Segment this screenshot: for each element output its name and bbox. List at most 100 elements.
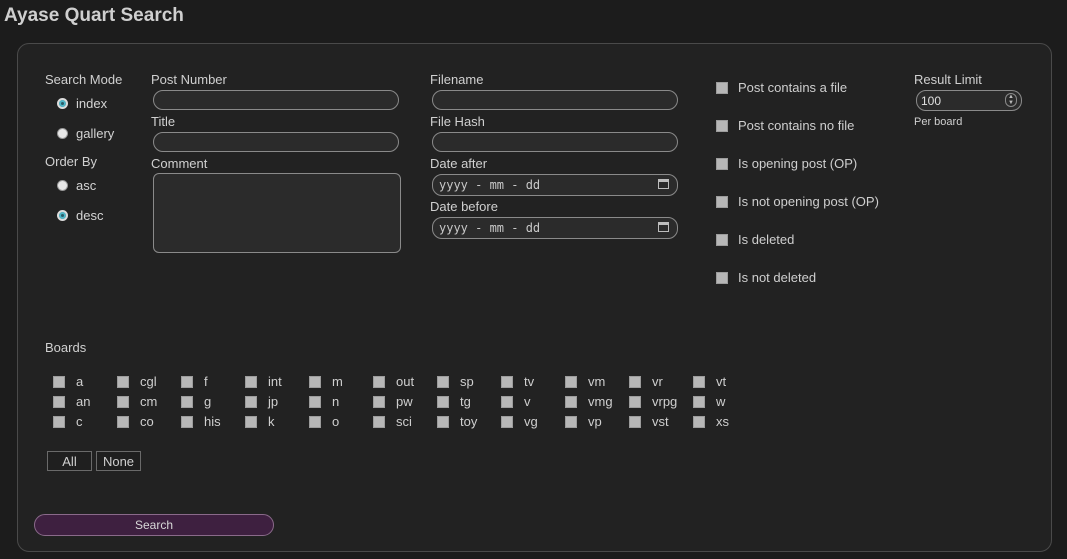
comment-textarea[interactable] — [153, 173, 401, 253]
board-checkbox-vp[interactable]: vp — [565, 414, 602, 429]
board-checkbox-sp[interactable]: sp — [437, 374, 474, 389]
board-checkbox-o[interactable]: o — [309, 414, 339, 429]
checkbox-icon[interactable] — [245, 395, 257, 408]
checkbox-icon[interactable] — [693, 415, 705, 428]
radio-selected-icon[interactable] — [57, 98, 68, 109]
checkbox-icon[interactable] — [373, 395, 385, 408]
filter-is-deleted[interactable]: Is deleted — [716, 232, 794, 247]
checkbox-icon[interactable] — [437, 395, 449, 408]
board-checkbox-tg[interactable]: tg — [437, 394, 471, 409]
checkbox-icon[interactable] — [181, 395, 193, 408]
checkbox-icon[interactable] — [501, 395, 513, 408]
board-checkbox-vr[interactable]: vr — [629, 374, 663, 389]
board-checkbox-tv[interactable]: tv — [501, 374, 534, 389]
board-checkbox-g[interactable]: g — [181, 394, 211, 409]
checkbox-icon[interactable] — [716, 271, 728, 284]
checkbox-icon[interactable] — [245, 375, 257, 388]
checkbox-icon[interactable] — [373, 375, 385, 388]
board-checkbox-cgl[interactable]: cgl — [117, 374, 157, 389]
result-limit-input[interactable]: 100 ▲ ▼ — [916, 90, 1022, 111]
checkbox-icon[interactable] — [309, 395, 321, 408]
board-checkbox-vm[interactable]: vm — [565, 374, 605, 389]
board-checkbox-vmg[interactable]: vmg — [565, 394, 613, 409]
checkbox-icon[interactable] — [117, 395, 129, 408]
board-checkbox-k[interactable]: k — [245, 414, 275, 429]
checkbox-icon[interactable] — [629, 375, 641, 388]
calendar-icon[interactable] — [658, 222, 669, 232]
title-input[interactable] — [153, 132, 399, 152]
board-checkbox-out[interactable]: out — [373, 374, 414, 389]
board-checkbox-int[interactable]: int — [245, 374, 282, 389]
checkbox-icon[interactable] — [716, 157, 728, 170]
filter-not-deleted[interactable]: Is not deleted — [716, 270, 816, 285]
file-hash-input[interactable] — [432, 132, 678, 152]
checkbox-icon[interactable] — [693, 395, 705, 408]
post-number-input[interactable] — [153, 90, 399, 110]
checkbox-icon[interactable] — [437, 375, 449, 388]
order-by-desc-radio[interactable]: desc — [57, 208, 103, 223]
board-checkbox-vst[interactable]: vst — [629, 414, 669, 429]
filter-has-file[interactable]: Post contains a file — [716, 80, 847, 95]
checkbox-icon[interactable] — [565, 415, 577, 428]
filter-is-op[interactable]: Is opening post (OP) — [716, 156, 857, 171]
board-checkbox-m[interactable]: m — [309, 374, 343, 389]
spinner-arrows-icon[interactable]: ▲ ▼ — [1005, 93, 1017, 107]
radio-selected-icon[interactable] — [57, 210, 68, 221]
checkbox-icon[interactable] — [245, 415, 257, 428]
checkbox-icon[interactable] — [501, 415, 513, 428]
board-checkbox-a[interactable]: a — [53, 374, 83, 389]
board-checkbox-w[interactable]: w — [693, 394, 725, 409]
calendar-icon[interactable] — [658, 179, 669, 189]
checkbox-icon[interactable] — [437, 415, 449, 428]
board-checkbox-an[interactable]: an — [53, 394, 90, 409]
checkbox-icon[interactable] — [716, 195, 728, 208]
select-all-boards-button[interactable]: All — [47, 451, 92, 471]
board-checkbox-cm[interactable]: cm — [117, 394, 157, 409]
radio-unselected-icon[interactable] — [57, 128, 68, 139]
radio-unselected-icon[interactable] — [57, 180, 68, 191]
board-checkbox-jp[interactable]: jp — [245, 394, 278, 409]
board-checkbox-his[interactable]: his — [181, 414, 221, 429]
board-checkbox-co[interactable]: co — [117, 414, 154, 429]
board-checkbox-toy[interactable]: toy — [437, 414, 477, 429]
checkbox-icon[interactable] — [53, 415, 65, 428]
date-after-input[interactable]: yyyy - mm - dd — [432, 174, 678, 196]
checkbox-icon[interactable] — [629, 395, 641, 408]
search-mode-gallery-radio[interactable]: gallery — [57, 126, 114, 141]
board-checkbox-vrpg[interactable]: vrpg — [629, 394, 677, 409]
board-checkbox-vg[interactable]: vg — [501, 414, 538, 429]
board-checkbox-n[interactable]: n — [309, 394, 339, 409]
checkbox-icon[interactable] — [565, 395, 577, 408]
board-checkbox-f[interactable]: f — [181, 374, 208, 389]
checkbox-icon[interactable] — [716, 119, 728, 132]
date-before-input[interactable]: yyyy - mm - dd — [432, 217, 678, 239]
order-by-asc-radio[interactable]: asc — [57, 178, 96, 193]
board-checkbox-xs[interactable]: xs — [693, 414, 729, 429]
checkbox-icon[interactable] — [716, 81, 728, 94]
checkbox-icon[interactable] — [117, 415, 129, 428]
select-none-boards-button[interactable]: None — [96, 451, 141, 471]
checkbox-icon[interactable] — [181, 415, 193, 428]
board-checkbox-v[interactable]: v — [501, 394, 531, 409]
checkbox-icon[interactable] — [53, 395, 65, 408]
checkbox-icon[interactable] — [309, 375, 321, 388]
checkbox-icon[interactable] — [181, 375, 193, 388]
checkbox-icon[interactable] — [309, 415, 321, 428]
checkbox-icon[interactable] — [716, 233, 728, 246]
checkbox-icon[interactable] — [117, 375, 129, 388]
checkbox-icon[interactable] — [565, 375, 577, 388]
board-checkbox-pw[interactable]: pw — [373, 394, 413, 409]
board-checkbox-vt[interactable]: vt — [693, 374, 726, 389]
checkbox-icon[interactable] — [53, 375, 65, 388]
board-checkbox-sci[interactable]: sci — [373, 414, 412, 429]
filename-input[interactable] — [432, 90, 678, 110]
filter-not-op[interactable]: Is not opening post (OP) — [716, 194, 879, 209]
checkbox-icon[interactable] — [373, 415, 385, 428]
checkbox-icon[interactable] — [629, 415, 641, 428]
board-checkbox-c[interactable]: c — [53, 414, 83, 429]
filter-no-file[interactable]: Post contains no file — [716, 118, 854, 133]
search-button[interactable]: Search — [34, 514, 274, 536]
search-mode-index-radio[interactable]: index — [57, 96, 107, 111]
checkbox-icon[interactable] — [693, 375, 705, 388]
checkbox-icon[interactable] — [501, 375, 513, 388]
